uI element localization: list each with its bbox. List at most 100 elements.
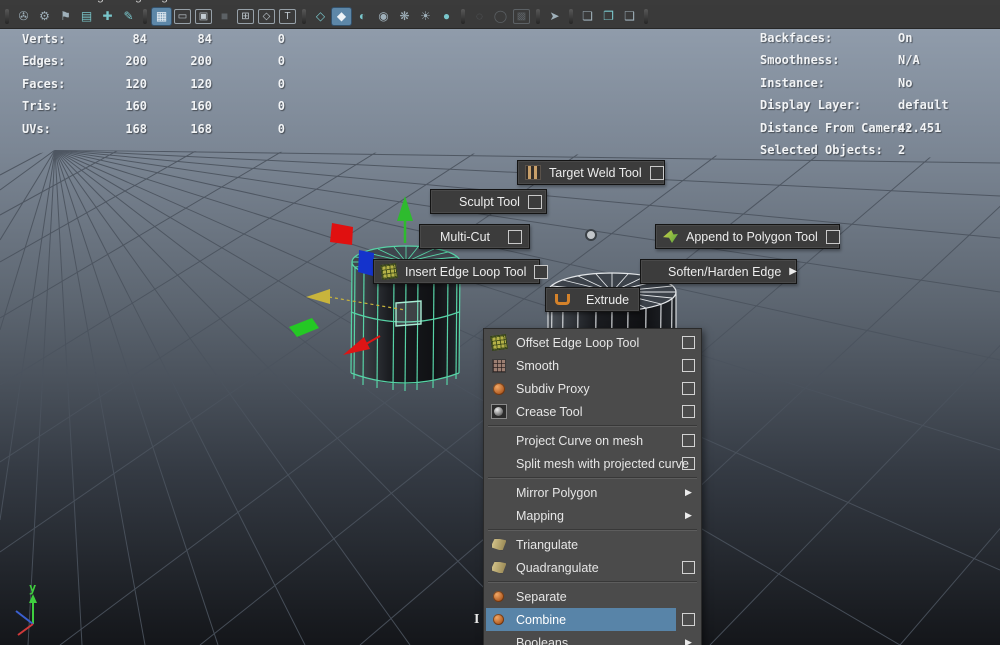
hud-row: Backfaces: On: [760, 31, 913, 45]
hud-row: Tris: 160 160 0: [22, 99, 285, 114]
marquee-select-icon[interactable]: ➤: [545, 8, 564, 25]
safe-title-icon[interactable]: T: [279, 9, 296, 24]
append-to-polygon-icon: [663, 230, 678, 243]
toolbar-separator: [302, 9, 306, 24]
target-weld-icon: [525, 165, 541, 180]
menu-item-offset-edge-loop-tool[interactable]: Offset Edge Loop Tool: [484, 331, 701, 354]
option-box[interactable]: [682, 359, 695, 372]
marking-menu-origin-dot: [585, 229, 597, 241]
subdiv-proxy-icon: [492, 382, 505, 395]
menubar-item-panels[interactable]: Panels: [314, 0, 351, 3]
combine-icon: [493, 614, 504, 625]
snap-buffer-icon[interactable]: ❏: [578, 8, 597, 25]
exposure-icon[interactable]: ◌: [470, 8, 489, 25]
image-plane-icon[interactable]: ▤: [77, 8, 96, 25]
camera-icon[interactable]: ✇: [14, 8, 33, 25]
sculpt-option-box[interactable]: [527, 194, 542, 209]
menu-item-separate[interactable]: Separate: [484, 585, 701, 608]
append-to-polygon-option-box[interactable]: [825, 229, 840, 244]
menubar-item-show[interactable]: Show: [190, 0, 220, 3]
manipulator-plane-blue[interactable]: [358, 250, 374, 276]
menubar-item-shading[interactable]: Shading: [60, 0, 104, 3]
hud-row: Faces: 120 120 0: [22, 76, 285, 91]
option-box[interactable]: [682, 336, 695, 349]
snap-buffer-active-icon[interactable]: ❐: [599, 8, 618, 25]
selected-face[interactable]: [395, 300, 422, 327]
hud-row: Display Layer: default: [760, 98, 949, 113]
hud-row: Distance From Camera: 42.451: [760, 120, 942, 135]
crease-tool-icon: [490, 404, 507, 419]
toolbar-separator: [536, 9, 540, 24]
extrude-icon: [555, 294, 570, 305]
menu-item-crease-tool[interactable]: Crease Tool: [484, 400, 701, 423]
multi-cut-option-box[interactable]: [508, 229, 522, 244]
menu-item-mapping[interactable]: Mapping ▶: [484, 504, 701, 527]
lighting-icon[interactable]: ☀: [416, 8, 435, 25]
pan-zoom-icon[interactable]: ✚: [98, 8, 117, 25]
isolate-select-icon[interactable]: ▩: [513, 9, 530, 24]
menu-item-subdiv-proxy[interactable]: Subdiv Proxy: [484, 377, 701, 400]
shaded-mode-icon[interactable]: ◆: [332, 8, 351, 25]
menu-item-combine[interactable]: Combine: [484, 608, 701, 631]
target-weld-option-box[interactable]: [649, 165, 664, 180]
hud-row: Instance: No: [760, 75, 913, 90]
safe-action-icon[interactable]: ◇: [258, 9, 275, 24]
menu-separator: [488, 425, 697, 427]
menu-item-mirror-polygon[interactable]: Mirror Polygon ▶: [484, 481, 701, 504]
film-gate-icon[interactable]: ▭: [174, 9, 191, 24]
hud-row: Smoothness: N/A: [760, 53, 920, 68]
hud-object-details: Backfaces: On Smoothness: N/A Instance: No …: [760, 27, 995, 161]
hud-row: Verts: 84 84 0: [22, 32, 285, 46]
image-view-icon[interactable]: ❑: [620, 8, 639, 25]
polygon-context-menu: Offset Edge Loop Tool Smooth Subdiv Prox…: [483, 328, 702, 645]
separate-icon: [493, 591, 504, 602]
use-default-material-icon[interactable]: ◉: [374, 8, 393, 25]
xray-icon[interactable]: ❋: [395, 8, 414, 25]
grid-icon[interactable]: ▦: [152, 8, 171, 25]
resolution-gate-icon[interactable]: ▣: [195, 9, 212, 24]
option-box[interactable]: [682, 613, 695, 626]
option-box[interactable]: [682, 457, 695, 470]
gamma-icon[interactable]: ◯: [491, 8, 510, 25]
menu-item-triangulate[interactable]: Triangulate: [484, 533, 701, 556]
field-chart-icon[interactable]: ⊞: [237, 9, 254, 24]
shadows-icon[interactable]: ●: [437, 8, 456, 25]
toolbar-separator: [5, 9, 9, 24]
camera-attributes-icon[interactable]: ⚙: [35, 8, 54, 25]
tool-label-insert-edge-loop[interactable]: Insert Edge Loop Tool: [373, 259, 549, 284]
textured-mode-icon[interactable]: ◐: [353, 8, 372, 25]
submenu-arrow-icon: ▶: [685, 487, 692, 497]
tool-label-soften-harden-edge[interactable]: Soften/Harden Edge ▶: [640, 259, 797, 284]
insert-edge-loop-option-box[interactable]: [534, 264, 549, 279]
menu-item-split-mesh-with-projected-curve[interactable]: Split mesh with projected curve: [484, 452, 701, 475]
insert-edge-loop-icon: [380, 262, 398, 281]
menu-item-project-curve-on-mesh[interactable]: Project Curve on mesh: [484, 429, 701, 452]
stray-text: I: [474, 612, 480, 627]
option-box[interactable]: [682, 434, 695, 447]
menubar-item-renderer[interactable]: Renderer: [242, 0, 292, 3]
gate-mask-icon[interactable]: ■: [215, 8, 234, 25]
tool-label-sculpt[interactable]: Sculpt Tool: [430, 189, 547, 214]
bookmark-icon[interactable]: ⚑: [56, 8, 75, 25]
menu-separator: [488, 477, 697, 479]
option-box[interactable]: [682, 382, 695, 395]
triangulate-icon: [490, 538, 507, 551]
menu-item-smooth[interactable]: Smooth: [484, 354, 701, 377]
tool-label-multi-cut[interactable]: Multi-Cut: [419, 224, 530, 249]
grease-pencil-icon[interactable]: ✎: [119, 8, 138, 25]
tool-label-extrude[interactable]: Extrude: [545, 287, 640, 312]
menubar-item-view[interactable]: View: [12, 0, 38, 3]
wireframe-mode-icon[interactable]: ◇: [311, 8, 330, 25]
tool-label-target-weld[interactable]: Target Weld Tool: [517, 160, 665, 185]
toolbar-separator: [569, 9, 573, 24]
menubar-item-lighting[interactable]: Lighting: [126, 0, 168, 3]
hud-poly-count: Verts: 84 84 0 Edges: 200 200 0 Faces: 120 120 0 …: [22, 28, 312, 140]
menu-item-booleans[interactable]: Booleans ▶: [484, 631, 701, 645]
toolbar-separator: [143, 9, 147, 24]
tool-label-append-to-polygon[interactable]: Append to Polygon Tool: [655, 224, 840, 249]
toolbar-separator: [461, 9, 465, 24]
menu-item-quadrangulate[interactable]: Quadrangulate: [484, 556, 701, 579]
option-box[interactable]: [682, 405, 695, 418]
option-box[interactable]: [682, 561, 695, 574]
offset-edge-loop-tool-icon: [489, 333, 508, 352]
